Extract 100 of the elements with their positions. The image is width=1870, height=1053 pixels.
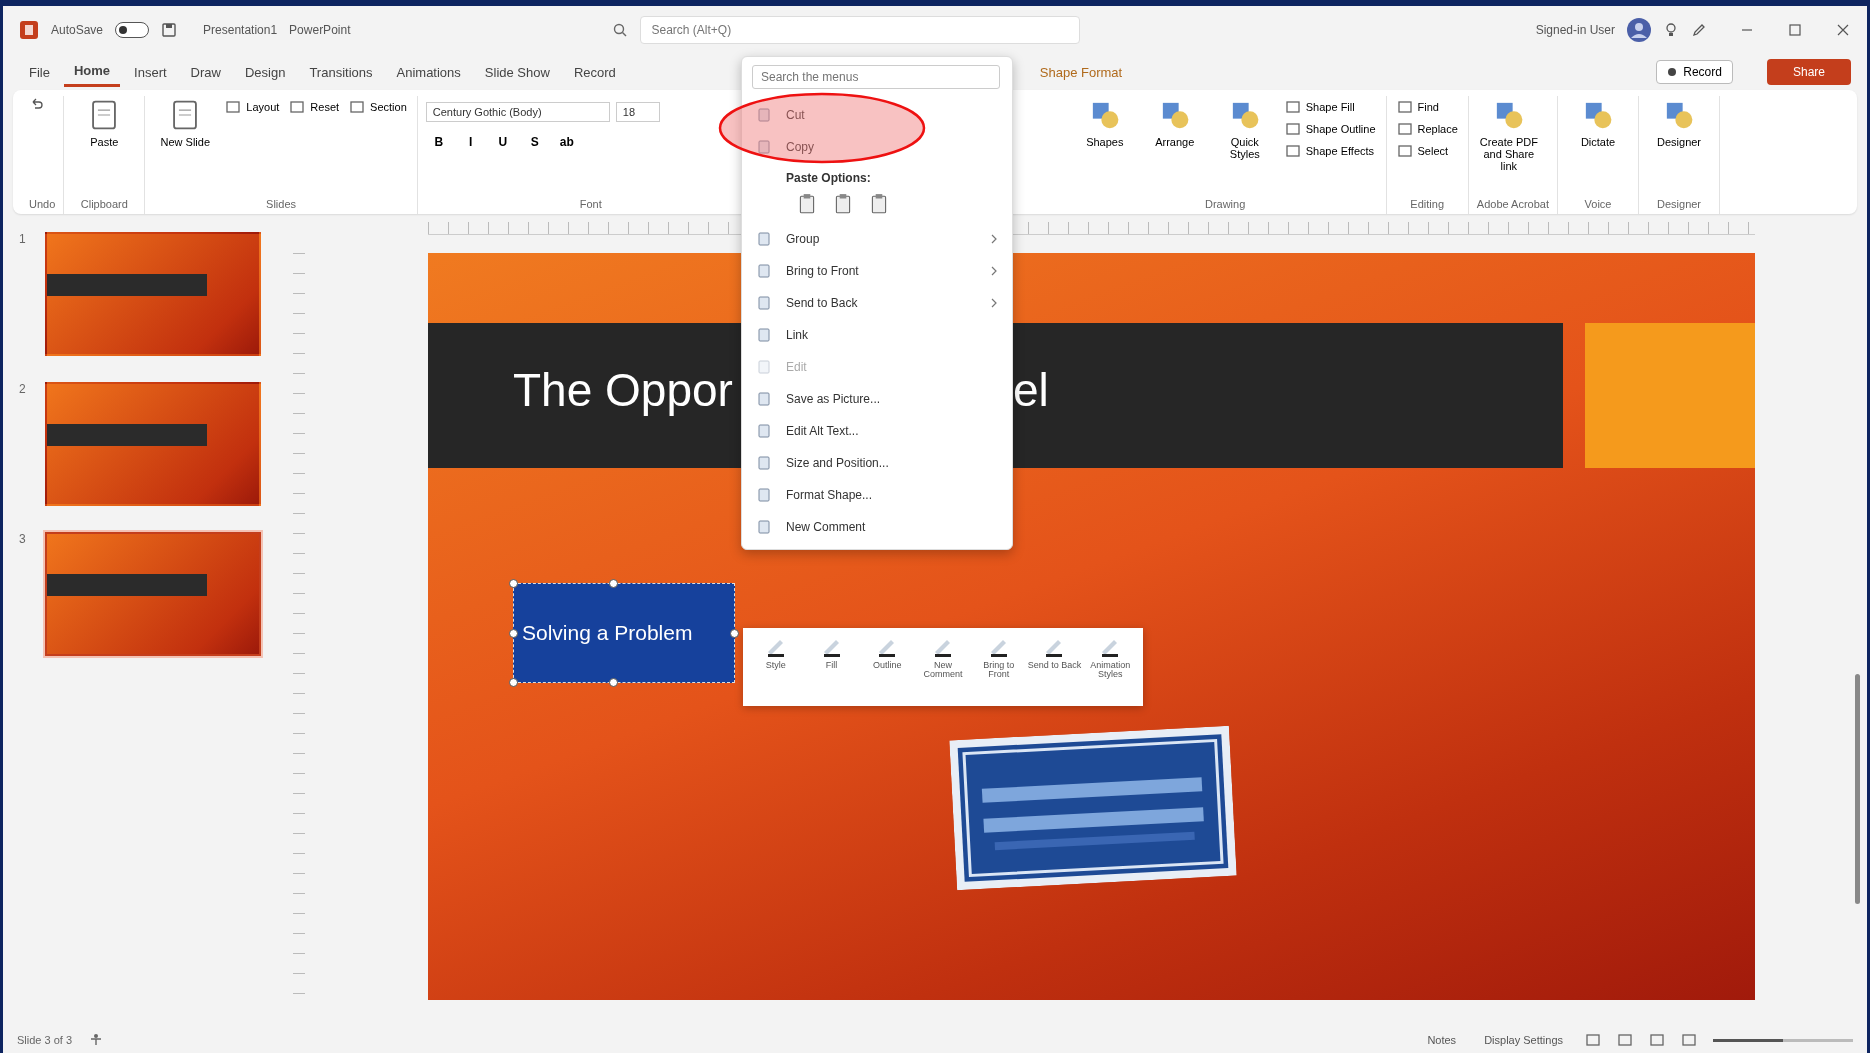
- view-icon[interactable]: [1681, 1032, 1697, 1048]
- zoom-slider[interactable]: [1713, 1038, 1853, 1042]
- slide-thumbnail[interactable]: [45, 532, 261, 656]
- font-name-field[interactable]: Century Gothic (Body): [425, 102, 610, 122]
- search-field[interactable]: Search (Alt+Q): [640, 16, 1081, 44]
- format-button[interactable]: I: [457, 134, 484, 150]
- slide-number: 1: [19, 232, 27, 246]
- autosave-label: AutoSave: [51, 23, 104, 37]
- document-icon: [756, 391, 772, 407]
- ribbon-tab[interactable]: Transitions: [299, 58, 383, 86]
- record-button[interactable]: Record: [1656, 60, 1733, 84]
- save-icon[interactable]: [161, 22, 178, 38]
- mini-toolbar-button[interactable]: Send to Back: [1027, 634, 1082, 700]
- app-logo-icon: [19, 20, 39, 40]
- square-icon: [1284, 121, 1301, 137]
- maximize-icon[interactable]: [1787, 22, 1803, 38]
- mini-toolbar-button[interactable]: Animation Styles: [1083, 634, 1138, 700]
- ribbon-button[interactable]: Shape Effects: [1282, 140, 1378, 162]
- close-icon[interactable]: [1835, 22, 1851, 38]
- group-label: Voice: [1583, 198, 1613, 212]
- group-label: Clipboard: [79, 198, 129, 212]
- document-icon: [756, 263, 772, 279]
- menu-header: Paste Options:: [785, 170, 872, 187]
- document-icon: [756, 423, 772, 439]
- ribbon-button[interactable]: Arrange: [1142, 96, 1207, 150]
- lightbulb-icon[interactable]: [1663, 22, 1679, 38]
- square-icon: [225, 99, 242, 115]
- ribbon-button[interactable]: New Slide: [153, 96, 218, 150]
- ribbon-tab[interactable]: Home: [63, 57, 121, 87]
- view-icon[interactable]: [1617, 1032, 1633, 1048]
- ribbon-button[interactable]: Reset: [287, 96, 342, 118]
- ribbon-tab[interactable]: File: [19, 58, 60, 86]
- document-icon: [756, 327, 772, 343]
- ribbon-button[interactable]: Create PDF and Share link: [1476, 96, 1541, 174]
- autosave-toggle[interactable]: [115, 22, 150, 38]
- group-label: Adobe Acrobat: [1476, 198, 1550, 212]
- font-size-field[interactable]: 18: [615, 102, 660, 122]
- document-icon: [756, 359, 772, 375]
- ribbon-button[interactable]: Shapes: [1072, 96, 1137, 150]
- slide-number: 3: [19, 532, 27, 546]
- view-icon[interactable]: [1649, 1032, 1665, 1048]
- menu-item[interactable]: Bring to Front: [742, 255, 1012, 287]
- file-name: Presentation1: [203, 23, 278, 37]
- view-icon[interactable]: [1585, 1032, 1601, 1048]
- square-icon: [1396, 121, 1413, 137]
- menu-item[interactable]: Save as Picture...: [742, 383, 1012, 415]
- group-label: Drawing: [1203, 198, 1247, 212]
- document-icon: [756, 487, 772, 503]
- mini-toolbar-button[interactable]: Outline: [860, 634, 915, 700]
- menu-item[interactable]: Send to Back: [742, 287, 1012, 319]
- menu-item[interactable]: Link: [742, 319, 1012, 351]
- menu-search-field[interactable]: Search the menus: [752, 65, 1000, 89]
- format-button[interactable]: B: [425, 134, 452, 150]
- mini-toolbar-button[interactable]: Fill: [804, 634, 859, 700]
- group-label: Editing: [1409, 198, 1445, 212]
- ribbon-button[interactable]: Find: [1394, 96, 1460, 118]
- menu-item[interactable]: Edit Alt Text...: [742, 415, 1012, 447]
- ribbon-tab[interactable]: Draw: [180, 58, 231, 86]
- document-icon: [756, 295, 772, 311]
- document-icon: [756, 455, 772, 471]
- ribbon-button[interactable]: Shape Fill: [1282, 96, 1378, 118]
- mini-toolbar-button[interactable]: Style: [749, 634, 803, 700]
- ribbon-button[interactable]: Replace: [1394, 118, 1460, 140]
- menu-item[interactable]: Group: [742, 223, 1012, 255]
- group-label: Designer: [1656, 198, 1703, 212]
- mini-toolbar-button[interactable]: New Comment: [916, 634, 970, 700]
- ribbon-tab[interactable]: Shape Format: [1029, 58, 1133, 86]
- square-icon: [1284, 143, 1301, 159]
- ribbon-button[interactable]: Quick Styles: [1212, 96, 1277, 162]
- ribbon-button[interactable]: Layout: [223, 96, 282, 118]
- ribbon-button[interactable]: Dictate: [1566, 96, 1631, 150]
- menu-item[interactable]: Size and Position...: [742, 447, 1012, 479]
- ribbon-button[interactable]: Designer: [1647, 96, 1712, 150]
- menu-item[interactable]: New Comment: [742, 511, 1012, 543]
- display-settings-button[interactable]: Display Settings: [1478, 1033, 1569, 1047]
- slide-thumbnail[interactable]: [45, 382, 261, 506]
- ribbon-tab[interactable]: Animations: [386, 58, 471, 86]
- menu-item[interactable]: Format Shape...: [742, 479, 1012, 511]
- ribbon-tab[interactable]: Design: [234, 58, 296, 86]
- square-icon: [349, 99, 366, 115]
- ribbon-button[interactable]: Shape Outline: [1282, 118, 1378, 140]
- group-label: Font: [578, 198, 603, 212]
- pen-icon[interactable]: [1691, 22, 1707, 38]
- format-button[interactable]: S: [521, 134, 548, 150]
- ribbon-tab[interactable]: Insert: [124, 58, 177, 86]
- ribbon-button[interactable]: Paste: [72, 96, 137, 150]
- ribbon-button[interactable]: Select: [1394, 140, 1460, 162]
- mini-toolbar-button[interactable]: Bring to Front: [971, 634, 1026, 700]
- ribbon-button[interactable]: Section: [347, 96, 409, 118]
- slide-title: el: [1013, 363, 1049, 417]
- format-button[interactable]: ab: [553, 134, 580, 150]
- slide-title: The Oppor: [513, 363, 733, 417]
- ribbon-tab[interactable]: Record: [563, 58, 626, 86]
- slide-thumbnail[interactable]: [45, 232, 261, 356]
- avatar-icon[interactable]: [1627, 18, 1651, 42]
- ribbon-tab[interactable]: Slide Show: [474, 58, 560, 86]
- slide-number: 2: [19, 382, 27, 396]
- share-button[interactable]: Share: [1766, 59, 1851, 85]
- notes-button[interactable]: Notes: [1421, 1033, 1463, 1047]
- format-button[interactable]: U: [489, 134, 516, 150]
